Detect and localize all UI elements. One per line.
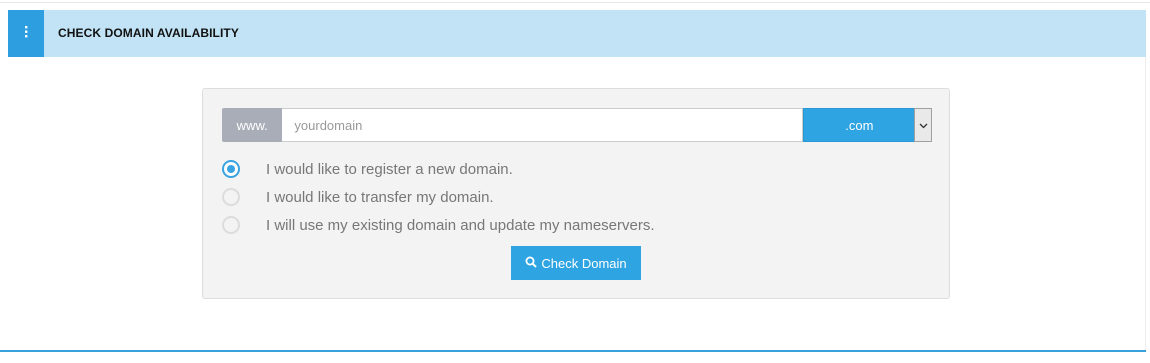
www-prefix: www.: [222, 108, 283, 142]
option-existing-label: I will use my existing domain and update…: [266, 216, 655, 234]
option-existing[interactable]: I will use my existing domain and update…: [222, 214, 655, 236]
page: CHECK DOMAIN AVAILABILITY www. .com I wo…: [0, 0, 1150, 363]
search-icon: [525, 256, 538, 271]
panel-toggle-button[interactable]: [8, 10, 44, 57]
domain-search-box: www. .com I would like to register a new…: [202, 88, 950, 299]
domain-input[interactable]: [282, 108, 804, 142]
radio-existing[interactable]: [222, 216, 240, 234]
option-transfer-label: I would like to transfer my domain.: [266, 188, 494, 206]
radio-register[interactable]: [222, 160, 240, 178]
option-register-label: I would like to register a new domain.: [266, 160, 513, 178]
option-register[interactable]: I would like to register a new domain.: [222, 158, 513, 180]
radio-transfer[interactable]: [222, 188, 240, 206]
panel-header: CHECK DOMAIN AVAILABILITY: [8, 10, 1146, 57]
check-domain-button[interactable]: Check Domain: [511, 246, 641, 280]
domain-panel: CHECK DOMAIN AVAILABILITY www. .com I wo…: [0, 10, 1146, 352]
chevron-down-icon: [919, 116, 928, 134]
tld-select[interactable]: .com: [803, 108, 915, 142]
vertical-dots-icon: [24, 25, 28, 43]
option-transfer[interactable]: I would like to transfer my domain.: [222, 186, 494, 208]
panel-title: CHECK DOMAIN AVAILABILITY: [58, 26, 239, 40]
domain-input-group: www. .com: [222, 108, 932, 142]
top-divider: [0, 2, 1150, 3]
check-domain-label: Check Domain: [541, 255, 627, 271]
tld-dropdown-button[interactable]: [914, 108, 932, 142]
panel-bottom-border: [0, 350, 1146, 352]
